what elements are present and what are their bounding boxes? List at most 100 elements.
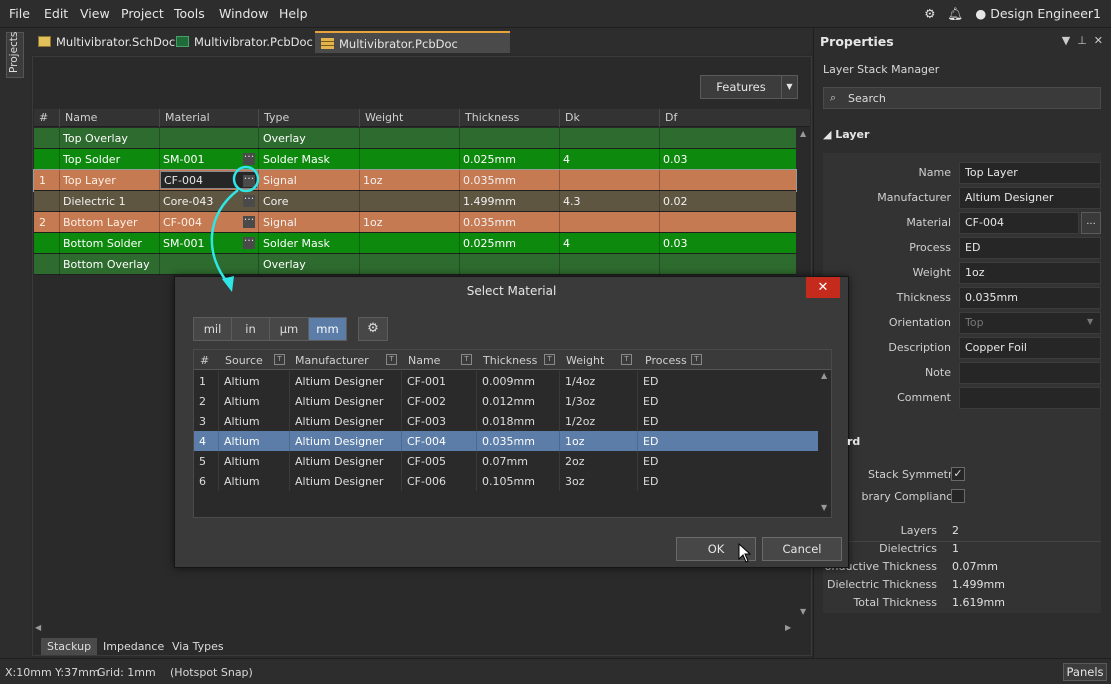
stack-cell-weight[interactable]: 1oz <box>363 216 383 229</box>
filter-icon[interactable]: T <box>386 354 397 365</box>
features-button[interactable]: Features ▼ <box>700 75 798 99</box>
board-section-header[interactable]: rd <box>847 435 860 448</box>
stack-row[interactable]: Bottom Overlay Overlay <box>34 254 796 275</box>
tab-pcbdoc[interactable]: Multivibrator.PcbDoc * <box>170 31 313 71</box>
col-thickness[interactable]: Thickness <box>465 111 519 124</box>
material-row[interactable]: 2 Altium Altium Designer CF-002 0.012mm 1/3oz… <box>194 391 818 411</box>
properties-search[interactable]: ⌕ Search <box>823 87 1101 109</box>
panel-menu-icon[interactable]: ▼ <box>1062 34 1070 47</box>
stack-cell-name[interactable]: Bottom Solder <box>63 237 142 250</box>
stack-cell-name[interactable]: Dielectric 1 <box>63 195 126 208</box>
stack-cell-type[interactable]: Overlay <box>263 132 306 145</box>
col-weight[interactable]: Weight <box>365 111 403 124</box>
tab-stackup-view[interactable]: Stackup <box>41 638 98 655</box>
col-dk[interactable]: Dk <box>565 111 580 124</box>
stack-cell-material[interactable]: SM-001 <box>163 153 204 166</box>
prop-field-note[interactable] <box>959 362 1101 384</box>
material-browse-button[interactable]: ··· <box>243 173 255 187</box>
prop-field-material[interactable]: CF-004 <box>959 212 1079 234</box>
prop-field-thickness[interactable]: 0.035mm <box>959 287 1101 309</box>
stack-cell-type[interactable]: Overlay <box>263 258 306 271</box>
chevron-down-icon[interactable]: ▼ <box>781 76 797 98</box>
stack-cell-weight[interactable]: 1oz <box>363 174 383 187</box>
material-row[interactable]: 1 Altium Altium Designer CF-001 0.009mm 1/4oz… <box>194 371 818 391</box>
stack-cell-thickness[interactable]: 0.035mm <box>463 174 516 187</box>
panels-button[interactable]: Panels <box>1063 663 1107 681</box>
menu-edit[interactable]: Edit <box>44 6 68 21</box>
prop-field-weight[interactable]: 1oz <box>959 262 1101 284</box>
stack-cell-type[interactable]: Signal <box>263 174 297 187</box>
stack-row[interactable]: Top Solder SM-001 Solder Mask 0.025mm 4 0.03 ·… <box>34 149 796 170</box>
col-name[interactable]: Name <box>65 111 97 124</box>
scroll-down-icon[interactable]: ▼ <box>821 503 827 512</box>
tab-schdoc[interactable]: Multivibrator.SchDoc <box>32 31 175 53</box>
prop-field-description[interactable]: Copper Foil <box>959 337 1101 359</box>
material-browse-button[interactable]: ··· <box>243 151 255 165</box>
mcol-weight[interactable]: Weight <box>566 354 604 367</box>
close-icon[interactable]: ✕ <box>1094 34 1103 47</box>
unit-in-button[interactable]: in <box>231 317 270 341</box>
tab-impedance[interactable]: Impedance <box>97 638 170 655</box>
user-name[interactable]: Design Engineer1 <box>990 6 1101 21</box>
stack-row[interactable]: 1 Top Layer CF-004 Signal 1oz 0.035mm ···CF-00… <box>33 169 797 192</box>
filter-icon[interactable]: T <box>691 354 702 365</box>
stack-cell-type[interactable]: Signal <box>263 216 297 229</box>
stack-cell-df[interactable]: 0.02 <box>663 195 688 208</box>
pin-icon[interactable]: ⊥ <box>1077 34 1087 47</box>
unit-mil-button[interactable]: mil <box>193 317 232 341</box>
stack-cell-dk[interactable]: 4 <box>563 153 570 166</box>
stack-cell-name[interactable]: Bottom Layer <box>63 216 138 229</box>
material-row[interactable]: 3 Altium Altium Designer CF-003 0.018mm 1/2oz… <box>194 411 818 431</box>
filter-icon[interactable]: T <box>461 354 472 365</box>
stack-row[interactable]: Bottom Solder SM-001 Solder Mask 0.025mm 4 0.… <box>34 233 796 254</box>
tab-stackup[interactable]: Multivibrator.PcbDoc [Stackup] * <box>315 31 510 73</box>
col-df[interactable]: Df <box>665 111 677 124</box>
stack-cell-type[interactable]: Solder Mask <box>263 237 330 250</box>
mcol-thickness[interactable]: Thickness <box>483 354 537 367</box>
dialog-close-button[interactable]: ✕ <box>806 277 840 298</box>
projects-panel-tab[interactable]: Projects <box>6 32 24 78</box>
material-browse-button[interactable]: ··· <box>243 235 255 249</box>
stack-row[interactable]: Dielectric 1 Core-043 Core 1.499mm 4.3 0.02 ··… <box>34 191 796 212</box>
prop-field-name[interactable]: Top Layer <box>959 162 1101 184</box>
stack-cell-name[interactable]: Top Solder <box>63 153 120 166</box>
stack-cell-df[interactable]: 0.03 <box>663 153 688 166</box>
menu-window[interactable]: Window <box>219 6 268 21</box>
col-type[interactable]: Type <box>264 111 289 124</box>
layer-section-header[interactable]: ◢ Layer <box>823 128 869 141</box>
material-scrollbar[interactable]: ▲ ▼ <box>820 371 831 517</box>
unit-um-button[interactable]: µm <box>269 317 309 341</box>
mcol-manufacturer[interactable]: Manufacturer <box>295 354 369 367</box>
unit-mm-button[interactable]: mm <box>308 317 347 341</box>
menu-file[interactable]: File <box>9 6 30 21</box>
stack-cell-num[interactable]: 2 <box>39 216 46 229</box>
mcol-source[interactable]: Source <box>225 354 263 367</box>
stack-cell-material[interactable]: Core-043 <box>163 195 213 208</box>
stack-cell-num[interactable]: 1 <box>39 174 46 187</box>
mcol-name[interactable]: Name <box>408 354 440 367</box>
cancel-button[interactable]: Cancel <box>762 537 842 561</box>
col-num[interactable]: # <box>39 111 48 124</box>
menu-view[interactable]: View <box>80 6 110 21</box>
stack-cell-name[interactable]: Top Layer <box>63 174 116 187</box>
stack-cell-df[interactable]: 0.03 <box>663 237 688 250</box>
prop-field-process[interactable]: ED <box>959 237 1101 259</box>
stack-row[interactable]: 2 Bottom Layer CF-004 Signal 1oz 0.035mm ··· <box>34 212 796 233</box>
mcol-process[interactable]: Process <box>645 354 687 367</box>
stack-cell-material[interactable]: CF-004 <box>163 216 202 229</box>
filter-icon[interactable]: T <box>621 354 632 365</box>
stack-horizontal-scrollbar[interactable]: ◀ ▶ <box>33 623 810 635</box>
library-compliance-checkbox[interactable] <box>951 489 965 503</box>
stack-cell-material[interactable]: SM-001 <box>163 237 204 250</box>
material-row[interactable]: 6 Altium Altium Designer CF-006 0.105mm 3oz ED <box>194 471 818 491</box>
stack-cell-dk[interactable]: 4.3 <box>563 195 581 208</box>
stack-cell-thickness[interactable]: 0.035mm <box>463 216 516 229</box>
stack-cell-thickness[interactable]: 0.025mm <box>463 153 516 166</box>
material-row[interactable]: 4 Altium Altium Designer CF-004 0.035mm 1oz ED <box>194 431 818 451</box>
scroll-down-icon[interactable]: ▼ <box>800 607 806 616</box>
scroll-right-icon[interactable]: ▶ <box>785 623 791 632</box>
stack-cell-thickness[interactable]: 0.025mm <box>463 237 516 250</box>
scroll-left-icon[interactable]: ◀ <box>35 623 41 632</box>
prop-field-manufacturer[interactable]: Altium Designer <box>959 187 1101 209</box>
col-material[interactable]: Material <box>165 111 210 124</box>
